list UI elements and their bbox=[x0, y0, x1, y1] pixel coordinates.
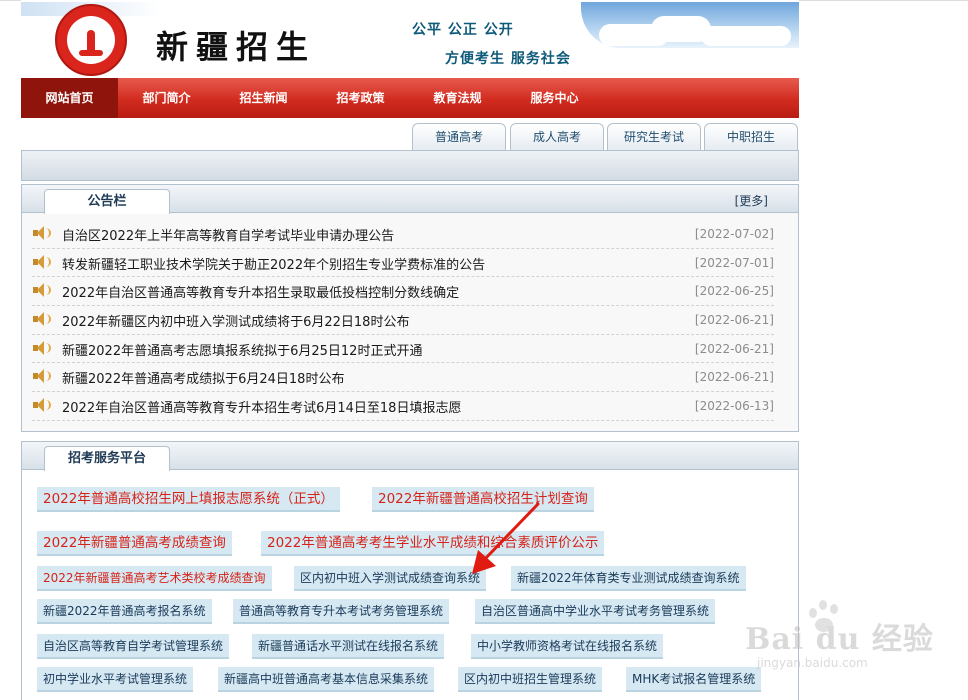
notice-panel: 公告栏 [更多] 自治区2022年上半年高等教育自学考试毕业申请办理公告 [20… bbox=[21, 184, 799, 432]
service-link[interactable]: 2022年普通高考考生学业水平成绩和综合素质评价公示 bbox=[261, 531, 605, 556]
cloud-shape bbox=[701, 26, 791, 46]
speaker-icon bbox=[33, 226, 51, 240]
notice-date: [2022-06-21] bbox=[694, 341, 774, 356]
notice-date: [2022-06-21] bbox=[694, 370, 774, 385]
service-link[interactable]: 区内初中班招生管理系统 bbox=[458, 667, 603, 692]
notice-list: 自治区2022年上半年高等教育自学考试毕业申请办理公告 [2022-07-02]… bbox=[22, 220, 800, 421]
list-item[interactable]: 新疆2022年普通高考成绩拟于6月24日18时公布 [2022-06-21] bbox=[32, 363, 774, 393]
notice-title[interactable]: 2022年自治区普通高等教育专升本招生录取最低投档控制分数线确定 bbox=[62, 282, 459, 301]
service-link[interactable]: MHK考试报名管理系统 bbox=[626, 667, 762, 692]
service-link[interactable]: 新疆2022年普通高考报名系统 bbox=[37, 599, 212, 624]
nav-item-news[interactable]: 招生新闻 bbox=[215, 78, 312, 118]
torch-icon bbox=[87, 30, 95, 52]
watermark-brand: Bai du 经验 bbox=[745, 622, 934, 657]
main-nav: 网站首页 部门简介 招生新闻 招考政策 教育法规 服务中心 bbox=[21, 78, 799, 118]
notice-date: [2022-06-21] bbox=[694, 313, 774, 328]
site-header: 新疆招生 公平 公正 公开 方便考生 服务社会 bbox=[21, 0, 799, 78]
nav-item-policy[interactable]: 招考政策 bbox=[312, 78, 409, 118]
torch-base-icon bbox=[79, 50, 103, 56]
notice-title[interactable]: 自治区2022年上半年高等教育自学考试毕业申请办理公告 bbox=[62, 225, 394, 244]
speaker-icon bbox=[33, 283, 51, 298]
list-item[interactable]: 2022年自治区普通高等教育专升本招生录取最低投档控制分数线确定 [2022-0… bbox=[32, 277, 774, 307]
baidu-watermark: Bai du 经验 jingyan.baidu.com bbox=[745, 598, 945, 678]
annotation-arrow-icon bbox=[472, 502, 540, 574]
nav-item-regulations[interactable]: 教育法规 bbox=[409, 78, 506, 118]
service-panel-title: 招考服务平台 bbox=[44, 446, 170, 471]
list-item[interactable]: 转发新疆轻工职业技术学院关于勘正2022年个别招生专业学费标准的公告 [2022… bbox=[32, 249, 774, 278]
notice-date: [2022-07-01] bbox=[694, 255, 774, 270]
notice-panel-title: 公告栏 bbox=[44, 189, 170, 214]
list-item[interactable]: 2022年自治区普通高等教育专升本招生考试6月14日至18日填报志愿 [2022… bbox=[32, 392, 774, 421]
service-link[interactable]: 区内初中班入学测试成绩查询系统 bbox=[294, 566, 487, 591]
notice-date: [2022-06-13] bbox=[694, 399, 774, 414]
nav-item-department[interactable]: 部门简介 bbox=[118, 78, 215, 118]
service-link[interactable]: 初中学业水平考试管理系统 bbox=[37, 667, 194, 692]
speaker-icon bbox=[33, 254, 51, 269]
page-container: 新疆招生 公平 公正 公开 方便考生 服务社会 网站首页 部门简介 招生新闻 招… bbox=[21, 0, 799, 700]
notice-title[interactable]: 新疆2022年普通高考成绩拟于6月24日18时公布 bbox=[62, 368, 344, 387]
notice-title[interactable]: 新疆2022年普通高考志愿填报系统拟于6月25日12时正式开通 bbox=[62, 340, 422, 359]
notice-panel-header: 公告栏 [更多] bbox=[22, 185, 798, 214]
service-panel-header: 招考服务平台 bbox=[22, 442, 798, 471]
list-item[interactable]: 新疆2022年普通高考志愿填报系统拟于6月25日12时正式开通 [2022-06… bbox=[32, 335, 774, 364]
service-link[interactable]: 2022年新疆普通高考艺术类校考成绩查询 bbox=[37, 566, 272, 591]
tab-graduate-exam[interactable]: 研究生考试 bbox=[607, 123, 701, 150]
logo-seal bbox=[55, 4, 127, 76]
site-logo-text[interactable]: 新疆招生 bbox=[156, 22, 316, 68]
tab-content-bar bbox=[21, 150, 799, 181]
tab-gaokao[interactable]: 普通高考 bbox=[412, 123, 506, 150]
nav-item-service-center[interactable]: 服务中心 bbox=[506, 78, 603, 118]
exam-type-tabs: 普通高考 成人高考 研究生考试 中职招生 bbox=[21, 123, 799, 150]
service-link[interactable]: 普通高等教育专升本考试考务管理系统 bbox=[233, 599, 450, 624]
notice-title[interactable]: 2022年自治区普通高等教育专升本招生考试6月14日至18日填报志愿 bbox=[62, 397, 461, 416]
notice-title[interactable]: 2022年新疆区内初中班入学测试成绩将于6月22日18时公布 bbox=[62, 311, 409, 330]
speaker-icon bbox=[33, 340, 51, 355]
speaker-icon bbox=[33, 312, 51, 327]
notice-date: [2022-06-25] bbox=[694, 284, 774, 299]
service-link[interactable]: 2022年普通高校招生网上填报志愿系统（正式） bbox=[37, 487, 340, 512]
watermark-url: jingyan.baidu.com bbox=[757, 656, 868, 670]
list-item[interactable]: 自治区2022年上半年高等教育自学考试毕业申请办理公告 [2022-07-02] bbox=[32, 220, 774, 249]
service-link[interactable]: 中小学教师资格考试在线报名系统 bbox=[471, 634, 664, 659]
service-link[interactable]: 新疆高中班普通高考基本信息采集系统 bbox=[218, 667, 435, 692]
service-link[interactable]: 2022年新疆普通高考成绩查询 bbox=[37, 531, 232, 556]
speaker-icon bbox=[33, 398, 51, 413]
slogan-line-1: 公平 公正 公开 bbox=[412, 22, 514, 38]
tab-vocational[interactable]: 中职招生 bbox=[704, 123, 798, 150]
list-item[interactable]: 2022年新疆区内初中班入学测试成绩将于6月22日18时公布 [2022-06-… bbox=[32, 306, 774, 335]
speaker-icon bbox=[33, 369, 51, 384]
service-link[interactable]: 自治区高等教育自学考试管理系统 bbox=[37, 634, 230, 659]
slogan-line-2: 方便考生 服务社会 bbox=[445, 51, 571, 67]
service-link[interactable]: 自治区普通高中学业水平考试考务管理系统 bbox=[475, 599, 716, 624]
tab-adult-exam[interactable]: 成人高考 bbox=[510, 123, 604, 150]
notice-date: [2022-07-02] bbox=[694, 227, 774, 241]
notice-title[interactable]: 转发新疆轻工职业技术学院关于勘正2022年个别招生专业学费标准的公告 bbox=[62, 254, 485, 273]
more-link[interactable]: [更多] bbox=[735, 192, 768, 209]
seal-inner bbox=[67, 16, 115, 64]
service-link[interactable]: 新疆普通话水平测试在线报名系统 bbox=[252, 634, 445, 659]
nav-item-home[interactable]: 网站首页 bbox=[21, 78, 118, 118]
header-sky-banner bbox=[581, 2, 799, 48]
